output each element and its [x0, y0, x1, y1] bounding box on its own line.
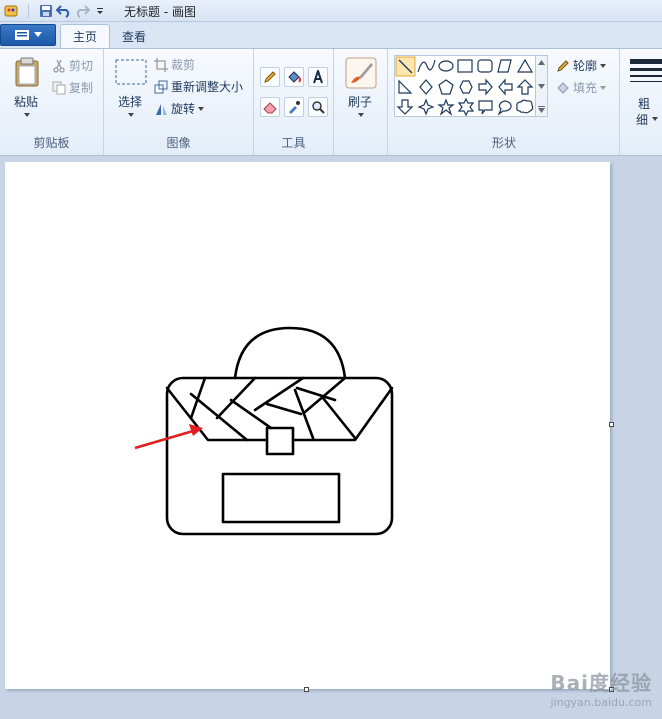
canvas-resize-handle-bottom[interactable]: [304, 687, 309, 692]
ribbon-tab-row: 主页 查看: [0, 22, 662, 48]
canvas-drawing: [134, 326, 394, 536]
chevron-down-icon: [128, 113, 134, 117]
bag-pocket: [221, 472, 341, 524]
window-title: 无标题 - 画图: [124, 5, 196, 19]
bag-handle-outer: [233, 326, 347, 380]
undo-icon[interactable]: [55, 2, 73, 20]
app-icon[interactable]: [2, 2, 20, 20]
image-group-label: 图像: [166, 136, 191, 150]
bag-clasp: [265, 426, 295, 456]
eraser-icon: [263, 102, 277, 114]
brush-icon: [345, 57, 377, 89]
save-icon[interactable]: [37, 2, 55, 20]
clipboard-group: 粘贴 剪切 复制 剪贴板: [0, 49, 104, 155]
eyedropper-icon: [289, 101, 300, 114]
image-group: 选择 裁剪 重新调整大小 旋转 图像: [104, 49, 254, 155]
shapes-group-label-wrap: 形状: [388, 49, 620, 155]
ribbon: 粘贴 剪切 复制 剪贴板 选择 裁剪 重新调整大小 旋转 图像 工具 刷子 轮廓…: [0, 48, 662, 156]
pattern-line: [303, 376, 347, 414]
brushes-button[interactable]: 刷子: [342, 55, 380, 125]
resize-button[interactable]: 重新调整大小: [154, 78, 243, 95]
text-a-icon: [313, 70, 323, 84]
tab-home[interactable]: 主页: [60, 24, 111, 48]
redo-icon[interactable]: [73, 2, 91, 20]
crop-icon: [154, 57, 168, 72]
text-tool[interactable]: [308, 67, 328, 87]
select-label: 选择: [118, 95, 143, 109]
cut-button[interactable]: 剪切: [52, 57, 93, 74]
copy-button[interactable]: 复制: [52, 79, 93, 96]
color-picker-tool[interactable]: [284, 97, 304, 117]
pattern-line: [265, 402, 303, 416]
tools-group: 工具: [254, 49, 334, 155]
rotate-icon: [156, 103, 167, 115]
watermark-logo: Bai度经验: [550, 671, 652, 695]
chevron-down-icon: [358, 113, 364, 117]
red-pointer-arrow: [134, 424, 203, 450]
pencil-tool[interactable]: [260, 67, 280, 87]
paint-bucket-icon: [288, 71, 301, 83]
scissors-icon: [53, 59, 65, 73]
clipboard-icon: [15, 57, 39, 87]
watermark-url: jingyan.baidu.com: [550, 696, 652, 709]
select-button[interactable]: 选择: [112, 55, 150, 125]
copy-icon: [52, 81, 66, 94]
menu-icon: [15, 30, 29, 40]
magnifier-tool[interactable]: [308, 97, 328, 117]
pattern-line: [321, 396, 357, 440]
eraser-tool[interactable]: [260, 97, 280, 117]
watermark: Bai度经验 jingyan.baidu.com: [550, 667, 652, 709]
canvas-resize-handle-right[interactable]: [609, 422, 614, 427]
crop-button[interactable]: 裁剪: [154, 56, 195, 73]
chevron-down-icon: [34, 32, 42, 37]
chevron-down-icon: [652, 117, 658, 121]
drawing-canvas[interactable]: [5, 162, 610, 689]
resize-icon: [154, 80, 168, 93]
tools-group-label: 工具: [281, 136, 306, 150]
pattern-line: [189, 376, 207, 420]
paint-menu-button[interactable]: [0, 24, 56, 46]
paste-label: 粘贴: [14, 95, 39, 109]
chevron-down-icon: [24, 113, 30, 117]
paste-button[interactable]: 粘贴: [8, 55, 46, 125]
bag-flap-right-edge: [291, 386, 394, 442]
brushes-label: 刷子: [348, 95, 373, 109]
shapes-group-label: 形状: [491, 136, 516, 150]
clipboard-group-label: 剪贴板: [33, 136, 70, 150]
fill-tool[interactable]: [284, 67, 304, 87]
pencil-icon: [264, 71, 276, 83]
quick-access-toolbar: [2, 2, 109, 20]
title-bar: 无标题 - 画图: [0, 0, 662, 22]
size-label-line1: 粗: [638, 97, 651, 111]
rotate-button[interactable]: 旋转: [154, 100, 205, 117]
brushes-group: 刷子: [334, 49, 388, 155]
customize-dropdown-icon[interactable]: [91, 2, 109, 20]
chevron-down-icon: [198, 106, 205, 111]
tab-view[interactable]: 查看: [110, 24, 158, 48]
magnifier-icon: [312, 101, 325, 114]
selection-rectangle-icon: [115, 59, 147, 85]
line-width-icon: [630, 59, 662, 82]
size-button[interactable]: 粗 细: [624, 55, 662, 135]
size-label-line2: 细: [636, 113, 649, 127]
